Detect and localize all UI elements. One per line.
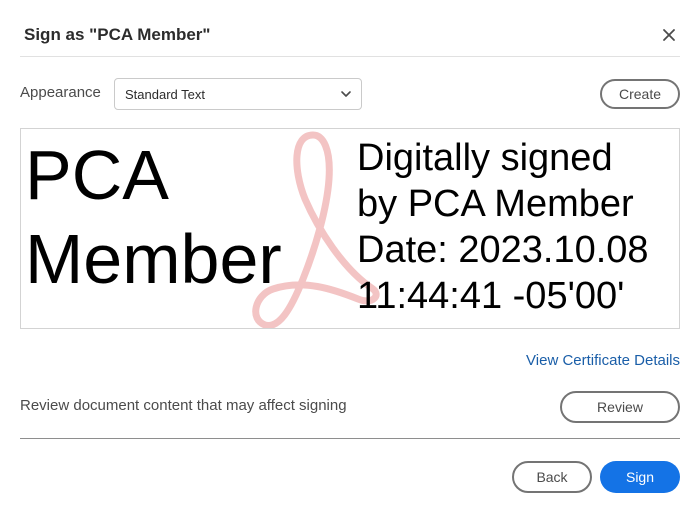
header-divider	[20, 56, 680, 57]
signature-details: Digitally signed by PCA Member Date: 202…	[357, 135, 649, 319]
review-message: Review document content that may affect …	[20, 397, 347, 414]
close-button[interactable]	[658, 24, 680, 46]
create-button[interactable]: Create	[600, 79, 680, 109]
sign-button[interactable]: Sign	[600, 461, 680, 493]
review-button[interactable]: Review	[560, 391, 680, 423]
dialog-title: Sign as "PCA Member"	[24, 25, 211, 44]
signature-name: PCA Member	[25, 133, 282, 301]
chevron-down-icon	[341, 91, 351, 97]
appearance-label: Appearance	[20, 84, 101, 101]
signature-detail-line: Digitally signed	[357, 137, 613, 179]
signature-detail-line: Date: 2023.10.08	[357, 229, 649, 271]
view-certificate-link[interactable]: View Certificate Details	[526, 352, 680, 369]
signature-detail-line: 11:44:41 -05'00'	[357, 275, 625, 317]
footer-divider	[20, 438, 680, 439]
back-button[interactable]: Back	[512, 461, 592, 493]
appearance-select[interactable]: Standard Text	[114, 78, 362, 110]
appearance-select-value: Standard Text	[125, 87, 205, 102]
signature-name-line: PCA	[25, 136, 169, 214]
sign-dialog: Sign as "PCA Member" Appearance Standard…	[0, 0, 700, 518]
signature-name-line: Member	[25, 220, 282, 298]
signature-preview: PCA Member Digitally signed by PCA Membe…	[20, 128, 680, 329]
signature-detail-line: by PCA Member	[357, 183, 634, 225]
close-icon	[663, 29, 675, 41]
